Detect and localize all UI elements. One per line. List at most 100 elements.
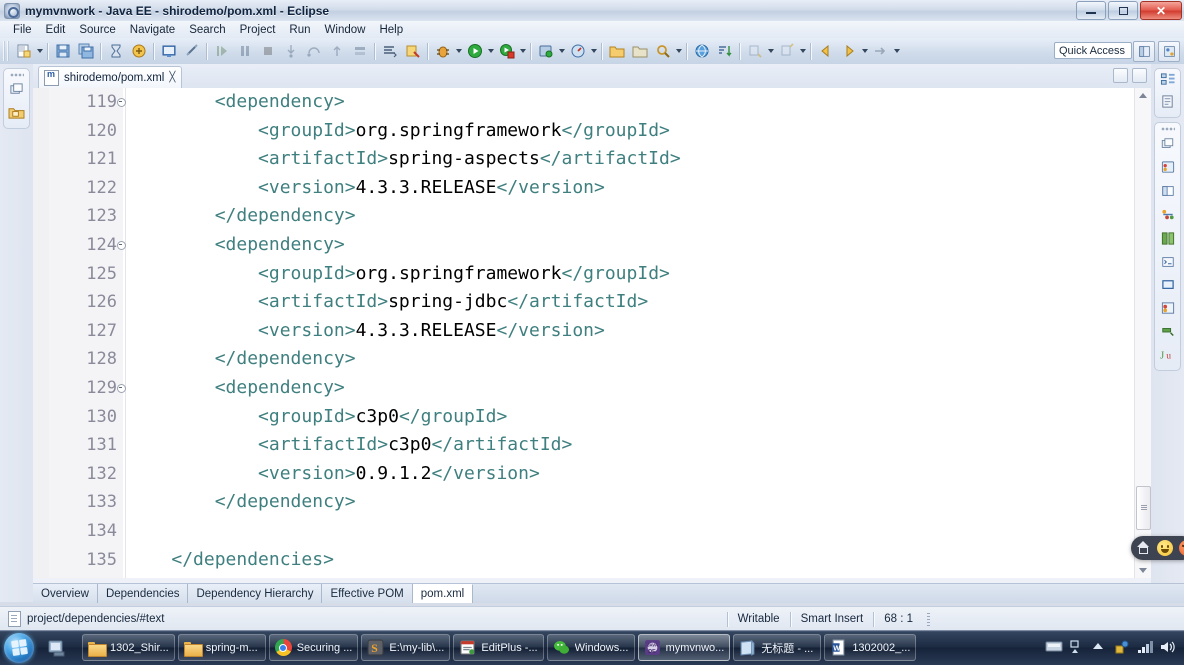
forward-arrow-icon[interactable] xyxy=(838,41,859,62)
quick-access-input[interactable]: Quick Access xyxy=(1054,42,1132,59)
taskbar-item-spring-m[interactable]: spring-m... xyxy=(177,634,266,661)
run-external-icon[interactable] xyxy=(496,41,517,62)
project-explorer-icon[interactable] xyxy=(8,105,25,123)
back-arrow-icon[interactable] xyxy=(815,41,836,62)
floating-emoji-toolbar[interactable] xyxy=(1131,536,1184,560)
menu-project[interactable]: Project xyxy=(233,23,283,37)
code-line[interactable]: <artifactId>c3p0</artifactId> xyxy=(128,431,1151,460)
fold-toggle-icon[interactable] xyxy=(117,241,126,250)
forward-dropdown-icon[interactable] xyxy=(860,41,869,61)
resume-icon[interactable] xyxy=(211,41,232,62)
drop-to-frame-icon[interactable] xyxy=(349,41,370,62)
build-icon[interactable] xyxy=(128,41,149,62)
angry-face-icon[interactable] xyxy=(1179,540,1184,556)
close-button[interactable]: ✕ xyxy=(1140,1,1182,20)
markers-view-icon[interactable] xyxy=(1160,301,1176,319)
server-icon[interactable] xyxy=(535,41,556,62)
new-wizard-icon[interactable] xyxy=(13,41,34,62)
console-view-icon[interactable] xyxy=(1160,255,1176,272)
taskbar-item-1302-shir[interactable]: 1302_Shir... xyxy=(82,634,175,661)
tab-dependencies[interactable]: Dependencies xyxy=(97,584,189,603)
profile-dropdown-icon[interactable] xyxy=(589,41,598,61)
coverage-icon[interactable] xyxy=(402,41,423,62)
previous-annotation-icon[interactable] xyxy=(776,41,797,62)
save-all-icon[interactable] xyxy=(75,41,96,62)
code-line[interactable]: <dependency> xyxy=(128,88,1151,117)
step-into-icon[interactable] xyxy=(280,41,301,62)
safely-remove-hardware-icon[interactable] xyxy=(1091,640,1107,656)
next-annotation-icon[interactable] xyxy=(744,41,765,62)
task-list-icon[interactable] xyxy=(1160,94,1175,112)
previous-annotation-dropdown-icon[interactable] xyxy=(798,41,807,61)
restore-view-icon[interactable] xyxy=(1160,137,1175,154)
code-line[interactable] xyxy=(128,517,1151,546)
volume-icon[interactable] xyxy=(1160,640,1176,656)
home-icon[interactable] xyxy=(1136,541,1151,555)
menu-search[interactable]: Search xyxy=(182,23,232,37)
code-line[interactable]: <artifactId>spring-aspects</artifactId> xyxy=(128,145,1151,174)
menu-help[interactable]: Help xyxy=(372,23,410,37)
taskbar-item-1302002-doc[interactable]: W 1302002_... xyxy=(824,634,917,661)
code-line[interactable]: <artifactId>spring-jdbc</artifactId> xyxy=(128,288,1151,317)
code-line[interactable]: <groupId>c3p0</groupId> xyxy=(128,403,1151,432)
java-ee-perspective-icon[interactable] xyxy=(1158,41,1180,62)
show-hidden-icons-icon[interactable] xyxy=(1068,639,1084,656)
taskbar-item-mymvnwork[interactable]: JAVA DE mymvnwo... xyxy=(637,634,731,661)
tab-pom-xml[interactable]: pom.xml xyxy=(412,584,474,603)
run-icon[interactable] xyxy=(464,41,485,62)
menu-source[interactable]: Source xyxy=(72,23,122,37)
code-line[interactable]: <groupId>org.springframework</groupId> xyxy=(128,260,1151,289)
code-line[interactable]: </dependency> xyxy=(128,345,1151,374)
menu-edit[interactable]: Edit xyxy=(39,23,73,37)
search-dropdown-icon[interactable] xyxy=(674,41,683,61)
rail-drag-handle[interactable] xyxy=(1160,127,1175,131)
code-line[interactable]: </dependency> xyxy=(128,202,1151,231)
link-break-icon[interactable] xyxy=(181,41,202,62)
editor-vertical-scrollbar[interactable] xyxy=(1134,88,1151,578)
junit-view-icon[interactable]: Ju xyxy=(1159,348,1177,365)
taskbar-item-untitled-notepad[interactable]: 无标题 - ... xyxy=(733,634,822,661)
sort-icon[interactable] xyxy=(714,41,735,62)
new-wizard-dropdown-icon[interactable] xyxy=(35,41,44,61)
server-dropdown-icon[interactable] xyxy=(557,41,566,61)
scroll-up-arrow-icon[interactable] xyxy=(1135,88,1151,103)
debug-icon[interactable] xyxy=(432,41,453,62)
open-type-icon[interactable] xyxy=(629,41,650,62)
right-arrow-icon[interactable] xyxy=(870,41,891,62)
code-line[interactable]: <version>4.3.3.RELEASE</version> xyxy=(128,174,1151,203)
search-icon[interactable] xyxy=(652,41,673,62)
keyboard-layout-icon[interactable] xyxy=(1045,640,1063,656)
menu-navigate[interactable]: Navigate xyxy=(123,23,182,37)
code-content[interactable]: <dependency> <groupId>org.springframewor… xyxy=(128,88,1151,578)
menu-file[interactable]: File xyxy=(6,23,39,37)
annotation-ruler[interactable] xyxy=(33,88,50,578)
hourglass-icon[interactable] xyxy=(105,41,126,62)
code-line[interactable]: </dependency> xyxy=(128,488,1151,517)
smiley-face-icon[interactable] xyxy=(1157,540,1173,556)
properties-view-icon[interactable] xyxy=(1160,184,1176,201)
progress-view-icon[interactable] xyxy=(1160,325,1176,342)
minimize-button[interactable] xyxy=(1076,1,1106,20)
menu-run[interactable]: Run xyxy=(282,23,317,37)
web-browser-icon[interactable] xyxy=(691,41,712,62)
console-icon[interactable] xyxy=(379,41,400,62)
start-button[interactable] xyxy=(4,632,34,663)
rail-drag-handle[interactable] xyxy=(9,73,24,77)
maximize-button[interactable] xyxy=(1108,1,1138,20)
open-perspective-icon[interactable] xyxy=(1133,41,1155,62)
pause-icon[interactable] xyxy=(234,41,255,62)
toolbar-grip[interactable] xyxy=(3,41,10,61)
restore-view-icon[interactable] xyxy=(9,82,24,100)
run-dropdown-icon[interactable] xyxy=(486,41,495,61)
terminate-icon[interactable] xyxy=(257,41,278,62)
vertical-scroll-thumb[interactable] xyxy=(1136,486,1151,530)
run-external-dropdown-icon[interactable] xyxy=(518,41,527,61)
code-line[interactable]: </dependencies> xyxy=(128,546,1151,575)
code-line[interactable]: <groupId>org.springframework</groupId> xyxy=(128,117,1151,146)
tab-dependency-hierarchy[interactable]: Dependency Hierarchy xyxy=(188,584,323,603)
tab-effective-pom[interactable]: Effective POM xyxy=(322,584,413,603)
close-icon[interactable]: ╳ xyxy=(169,72,175,83)
fold-toggle-icon[interactable] xyxy=(117,98,126,107)
terminal-icon[interactable] xyxy=(158,41,179,62)
open-folder-icon[interactable] xyxy=(606,41,627,62)
